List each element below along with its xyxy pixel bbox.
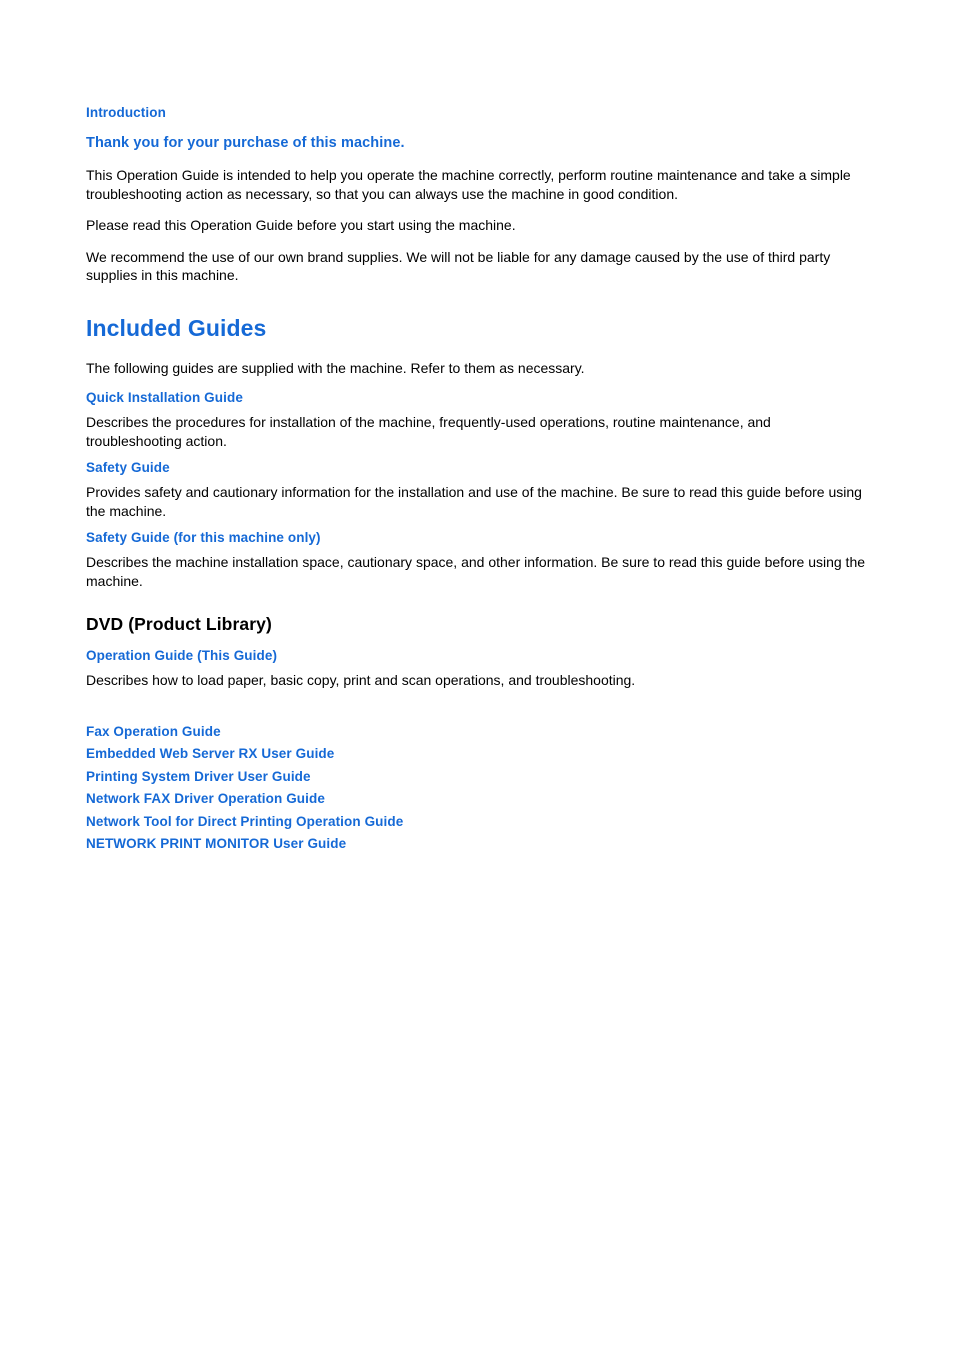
safety-guide-machine-only-title: Safety Guide (for this machine only) [86, 530, 321, 545]
included-guides-heading: Included Guides [86, 314, 267, 341]
dvd-product-library-heading: DVD (Product Library) [86, 614, 272, 634]
intro-paragraph-2: Please read this Operation Guide before … [86, 217, 516, 233]
list-item: Network FAX Driver Operation Guide [86, 791, 325, 806]
list-item: NETWORK PRINT MONITOR User Guide [86, 836, 347, 851]
operation-guide-title: Operation Guide (This Guide) [86, 648, 278, 663]
list-item: Fax Operation Guide [86, 723, 221, 739]
list-item: Printing System Driver User Guide [86, 768, 311, 784]
operation-guide-description: Describes how to load paper, basic copy,… [86, 672, 636, 688]
list-item: Embedded Web Server RX User Guide [86, 746, 335, 761]
safety-guide-title: Safety Guide [86, 460, 170, 475]
quick-installation-guide-description: Describes the procedures for installatio… [86, 414, 771, 449]
document-content: Introduction Thank you for your purchase… [86, 105, 868, 856]
safety-guide-machine-only-description: Describes the machine installation space… [86, 554, 866, 589]
included-guides-intro-text: The following guides are supplied with t… [86, 359, 585, 376]
list-item: Network Tool for Direct Printing Operati… [86, 813, 404, 829]
thank-you-heading: Thank you for your purchase of this mach… [86, 135, 405, 151]
introduction-heading: Introduction [86, 105, 166, 120]
document-page: Introduction Thank you for your purchase… [0, 0, 954, 1350]
guide-block-quick-installation: Quick Installation Guide Describes the p… [86, 390, 868, 450]
dvd-guide-list: Fax Operation Guide Embedded Web Server … [86, 721, 868, 856]
guide-block-safety-machine-only: Safety Guide (for this machine only) Des… [86, 530, 868, 590]
intro-paragraph-1: This Operation Guide is intended to help… [86, 167, 851, 202]
safety-guide-description: Provides safety and cautionary informati… [86, 484, 862, 519]
intro-paragraph-3: We recommend the use of our own brand su… [86, 248, 831, 284]
guide-block-safety: Safety Guide Provides safety and caution… [86, 460, 868, 520]
guide-block-operation-guide: Operation Guide (This Guide) Describes h… [86, 648, 868, 690]
quick-installation-guide-title: Quick Installation Guide [86, 390, 243, 405]
